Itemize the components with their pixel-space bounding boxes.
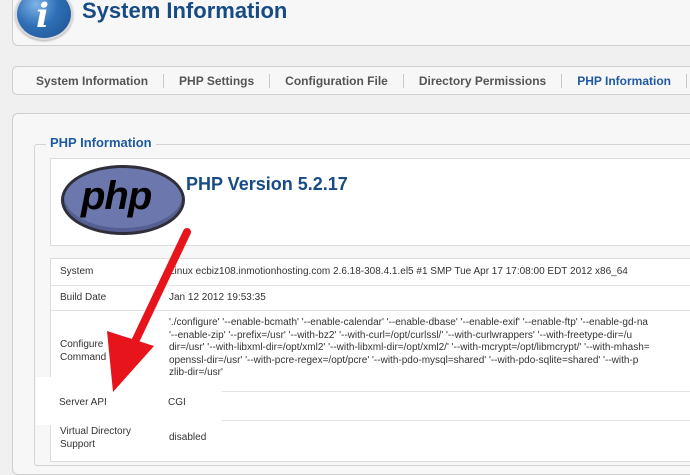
red-arrow-icon	[107, 228, 191, 392]
